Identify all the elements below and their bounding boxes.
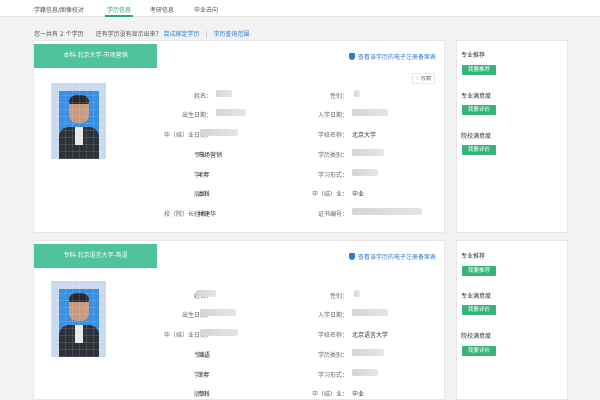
value-major: 英语	[198, 352, 211, 359]
record-ribbon: 专科-北京语言大学-英语	[34, 244, 157, 268]
education-summary: 您一共有 2 个学历 还有学历没有显示出来？ 尝试绑定学历 | 学历查询范围	[34, 29, 249, 38]
school-satisfaction-title: 院校满意度	[461, 333, 492, 340]
label-enroll: 入学日期：	[317, 312, 348, 319]
recommend-button[interactable]: 我要推荐	[462, 266, 496, 276]
label-gender: 性别：	[329, 93, 348, 100]
record-ribbon: 本科-北京大学-市场营销	[34, 44, 157, 68]
value-study-form-redacted	[352, 169, 378, 176]
major-satisfaction-title: 专业满意度	[461, 93, 492, 100]
rating-sidebar: 专业推荐 我要推荐 专业满意度 我要评价 院校满意度 我要评价	[456, 240, 568, 400]
label-status: 毕（结）业：	[311, 191, 348, 198]
value-school: 北京大学	[352, 132, 377, 139]
rate-major-button[interactable]: 我要评价	[462, 305, 496, 315]
register-form-link[interactable]: 查看该学历的电子注册备案表	[348, 252, 436, 261]
student-photo	[51, 281, 106, 357]
favorite-button[interactable]: ☆收藏	[411, 73, 435, 84]
label-birth: 出生日期：	[181, 112, 212, 119]
label-school: 学校名称：	[317, 132, 348, 139]
rating-sidebar: 专业推荐 我要推荐 专业满意度 我要评价 院校满意度 我要评价	[456, 40, 568, 233]
missing-question: 还有学历没有显示出来？	[95, 31, 162, 38]
value-birth-redacted	[200, 309, 236, 316]
tab-graduate-exam[interactable]: 考研信息	[150, 5, 174, 14]
value-duration: 3 年	[198, 372, 210, 379]
value-level: 本科	[198, 191, 211, 198]
rate-major-button[interactable]: 我要评价	[462, 105, 496, 115]
value-principal: 林建华	[198, 211, 217, 218]
value-birth-redacted	[216, 109, 246, 116]
bind-education-link[interactable]: 尝试绑定学历	[164, 31, 200, 38]
value-edu-type-redacted	[352, 349, 384, 356]
shield-icon	[348, 53, 355, 60]
top-nav: 学籍信息/图像校对 学历信息 考研信息 毕业去向	[0, 0, 600, 17]
major-recommend-title: 专业推荐	[461, 253, 486, 260]
recommend-button[interactable]: 我要推荐	[462, 65, 496, 75]
education-count: 您一共有 2 个学历	[34, 31, 84, 38]
value-enroll-redacted	[352, 109, 388, 116]
label-study-form: 学习形式：	[317, 172, 348, 179]
label-status: 毕（结）业：	[311, 391, 348, 398]
value-gender-redacted	[354, 290, 360, 297]
label-gender: 性别：	[329, 293, 348, 300]
rate-school-button[interactable]: 我要评价	[462, 145, 496, 155]
value-edu-type-redacted	[352, 149, 384, 156]
value-grad-date-redacted	[200, 329, 238, 336]
query-scope-link[interactable]: 学历查询范围	[213, 31, 249, 38]
value-enroll-redacted	[352, 309, 388, 316]
education-record-card: 本科-北京大学-市场营销 查看该学历的电子注册备案表 ☆收藏 姓名： 出生日期：…	[33, 40, 445, 233]
label-cert-no: 证书编号：	[317, 211, 348, 218]
value-level: 专科	[198, 391, 211, 398]
value-study-form-redacted	[352, 369, 378, 376]
label-study-form: 学习形式：	[317, 372, 348, 379]
tab-graduation-destination[interactable]: 毕业去向	[194, 5, 218, 14]
major-satisfaction-title: 专业满意度	[461, 293, 492, 300]
register-form-link[interactable]: 查看该学历的电子注册备案表	[348, 52, 436, 61]
value-status: 毕业	[352, 391, 365, 398]
label-edu-type: 学历类别：	[317, 352, 348, 359]
value-name-redacted	[216, 90, 232, 97]
value-school: 北京语言大学	[352, 332, 389, 339]
value-cert-no-redacted	[352, 208, 422, 215]
label-name: 姓名：	[193, 93, 212, 100]
school-satisfaction-title: 院校满意度	[461, 133, 492, 140]
value-gender-redacted	[354, 90, 360, 97]
label-enroll: 入学日期：	[317, 112, 348, 119]
label-edu-type: 学历类别：	[317, 152, 348, 159]
student-photo	[51, 83, 106, 159]
label-school: 学校名称：	[317, 332, 348, 339]
major-recommend-title: 专业推荐	[461, 52, 486, 59]
divider: |	[205, 31, 208, 38]
value-major: 市场营销	[198, 152, 223, 159]
value-grad-date-redacted	[200, 129, 238, 136]
rate-school-button[interactable]: 我要评价	[462, 346, 496, 356]
value-duration: 4 年	[198, 172, 210, 179]
tab-education-info[interactable]: 学历信息	[104, 5, 134, 17]
value-status: 毕业	[352, 191, 365, 198]
tab-student-info[interactable]: 学籍信息/图像校对	[34, 5, 84, 14]
education-record-card: 专科-北京语言大学-英语 查看该学历的电子注册备案表 姓名： 出生日期： 毕（结…	[33, 240, 445, 400]
star-icon: ☆	[415, 76, 420, 82]
value-name-redacted	[196, 290, 216, 297]
shield-icon	[348, 253, 355, 260]
